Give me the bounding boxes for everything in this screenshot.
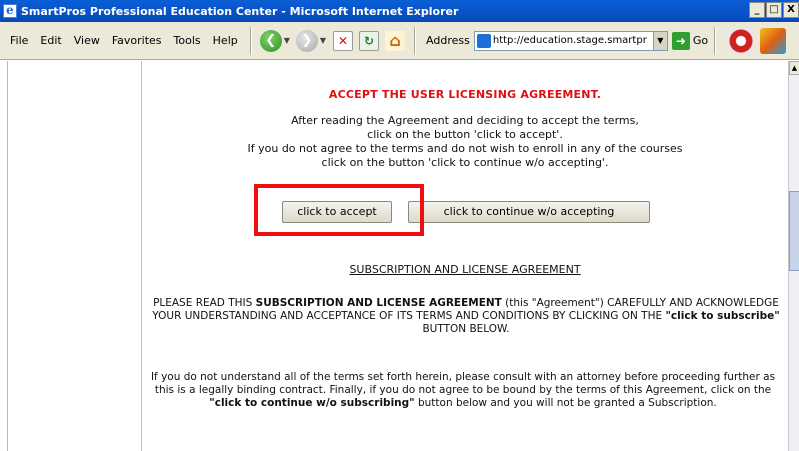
minimize-button[interactable]: _ <box>749 2 765 18</box>
back-arrow-icon[interactable]: ❮ <box>259 29 282 52</box>
para2-text: button below and you will not be granted… <box>414 397 717 409</box>
go-label: Go <box>692 34 709 47</box>
agreement-paragraph-1: PLEASE READ THIS SUBSCRIPTION AND LICENS… <box>0 297 788 336</box>
agreement-paragraph-2: If you do not understand all of the term… <box>0 371 788 410</box>
browser-toolbar: File Edit View Favorites Tools Help ❮ ▼ … <box>0 22 799 60</box>
toolbar-extension-icon[interactable] <box>760 27 787 54</box>
go-button[interactable]: ➜ Go <box>671 31 709 50</box>
menu-favorites[interactable]: Favorites <box>106 34 168 47</box>
address-dropdown-icon[interactable]: ▼ <box>653 30 668 51</box>
ie-app-icon <box>3 3 17 18</box>
menu-bar: File Edit View Favorites Tools Help <box>0 34 244 47</box>
page-icon <box>476 33 491 48</box>
menu-help[interactable]: Help <box>207 34 244 47</box>
go-arrow-icon: ➜ <box>671 31 690 50</box>
instruction-line: After reading the Agreement and deciding… <box>291 114 639 127</box>
toolbar-separator <box>414 26 417 55</box>
para1-text: BUTTON BELOW. <box>422 323 510 335</box>
page-viewport: ACCEPT THE USER LICENSING AGREEMENT. Aft… <box>0 61 788 451</box>
agreement-heading: ACCEPT THE USER LICENSING AGREEMENT. <box>328 88 602 101</box>
para1-bold: SUBSCRIPTION AND LICENSE AGREEMENT <box>255 297 502 309</box>
instruction-line: click on the button 'click to continue w… <box>321 156 609 169</box>
instruction-line: If you do not agree to the terms and do … <box>247 142 683 155</box>
instruction-line: click on the button 'click to accept'. <box>367 128 563 141</box>
maximize-button[interactable]: □ <box>766 2 782 18</box>
menu-view[interactable]: View <box>68 34 106 47</box>
agreement-title: SUBSCRIPTION AND LICENSE AGREEMENT <box>349 263 581 276</box>
window-controls: _ □ X <box>748 2 799 18</box>
back-dropdown-icon[interactable]: ▼ <box>284 36 290 45</box>
window-title: SmartPros Professional Education Center … <box>21 4 459 18</box>
stop-icon[interactable]: ✕ <box>333 30 354 51</box>
menu-edit[interactable]: Edit <box>34 34 67 47</box>
para1-text: PLEASE READ THIS <box>153 297 256 309</box>
menu-tools[interactable]: Tools <box>168 34 207 47</box>
address-label: Address <box>426 34 470 47</box>
forward-arrow-icon[interactable]: ❯ <box>295 29 318 52</box>
para1-bold: "click to subscribe" <box>665 310 780 322</box>
forward-dropdown-icon[interactable]: ▼ <box>320 36 326 45</box>
toolbar-separator <box>714 26 717 55</box>
close-button[interactable]: X <box>783 2 799 18</box>
address-url: http://education.stage.smartpr <box>492 35 647 46</box>
toolbar-separator <box>249 26 252 55</box>
refresh-icon[interactable]: ↻ <box>359 30 380 51</box>
vertical-scrollbar[interactable]: ▲ <box>788 61 799 451</box>
highlight-box <box>254 184 424 236</box>
menu-file[interactable]: File <box>4 34 34 47</box>
scroll-thumb[interactable] <box>789 191 799 271</box>
para2-bold: "click to continue w/o subscribing" <box>209 397 415 409</box>
toolbar-extension-icon[interactable] <box>728 27 755 54</box>
title-bar: SmartPros Professional Education Center … <box>0 0 799 22</box>
address-bar-input[interactable]: http://education.stage.smartpr <box>473 30 654 51</box>
continue-without-accepting-button[interactable]: click to continue w/o accepting <box>408 201 650 223</box>
home-icon[interactable]: ⌂ <box>385 30 406 51</box>
scroll-up-icon[interactable]: ▲ <box>789 61 799 75</box>
para2-text: If you do not understand all of the term… <box>150 371 776 396</box>
